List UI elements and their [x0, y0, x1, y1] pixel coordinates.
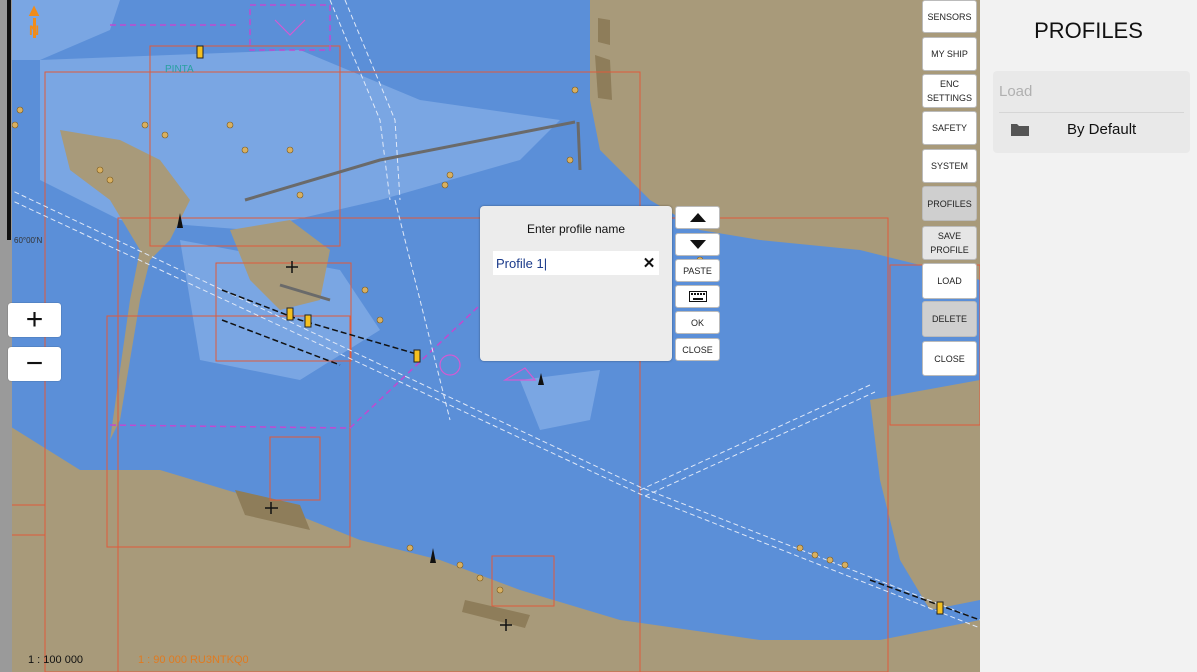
menu-close-button[interactable]: CLOSE: [922, 341, 977, 376]
chart-scale-primary: 1 : 100 000: [28, 654, 84, 666]
paste-button[interactable]: PASTE: [675, 259, 720, 282]
list-load-placeholder: Load: [999, 83, 1033, 100]
dialog-title: Enter profile name: [526, 222, 626, 236]
menu-system-button[interactable]: SYSTEM: [922, 149, 977, 183]
save-profile-button[interactable]: SAVE PROFILE: [922, 226, 977, 260]
chart-scale-secondary: 1 : 90 000 RU3NTKQ0: [138, 654, 249, 666]
menu-enc-settings-button[interactable]: ENC SETTINGS: [922, 74, 977, 108]
latitude-label: 60°00'N: [14, 236, 43, 245]
menu-sensors-button[interactable]: SENSORS: [922, 0, 977, 33]
menu-safety-button[interactable]: SAFETY: [922, 111, 977, 145]
svg-text:PINTA: PINTA: [165, 64, 194, 75]
profiles-list: Load By Default: [993, 71, 1190, 153]
zoom-in-button[interactable]: +: [8, 303, 61, 337]
scroll-down-button[interactable]: [675, 233, 720, 256]
ok-button[interactable]: OK: [675, 311, 720, 334]
scroll-up-button[interactable]: [675, 206, 720, 229]
keyboard-button[interactable]: [675, 285, 720, 308]
delete-button[interactable]: DELETE: [922, 301, 977, 337]
menu-profiles-button[interactable]: PROFILES: [922, 186, 977, 221]
profile-name-dialog: Enter profile name ✕: [480, 206, 672, 361]
load-button[interactable]: LOAD: [922, 263, 977, 299]
clear-input-icon[interactable]: ✕: [640, 252, 658, 274]
keyboard-icon: [688, 291, 707, 302]
list-divider: [999, 112, 1184, 113]
arrow-up-icon: [689, 213, 706, 222]
profile-name-input[interactable]: [493, 251, 659, 275]
menu-my-ship-button[interactable]: MY SHIP: [922, 37, 977, 71]
north-arrow-icon: ▲ N: [25, 0, 43, 38]
profile-item-by-default[interactable]: By Default: [1067, 121, 1136, 138]
north-label: N: [28, 22, 40, 38]
chart-scale-bar: [7, 0, 11, 240]
dialog-close-button[interactable]: CLOSE: [675, 338, 720, 361]
panel-title: PROFILES: [1034, 18, 1143, 43]
folder-icon: [1011, 124, 1029, 136]
arrow-down-icon: [689, 240, 706, 249]
zoom-out-button[interactable]: −: [8, 347, 61, 381]
profiles-panel: PROFILES Load By Default: [980, 0, 1197, 672]
